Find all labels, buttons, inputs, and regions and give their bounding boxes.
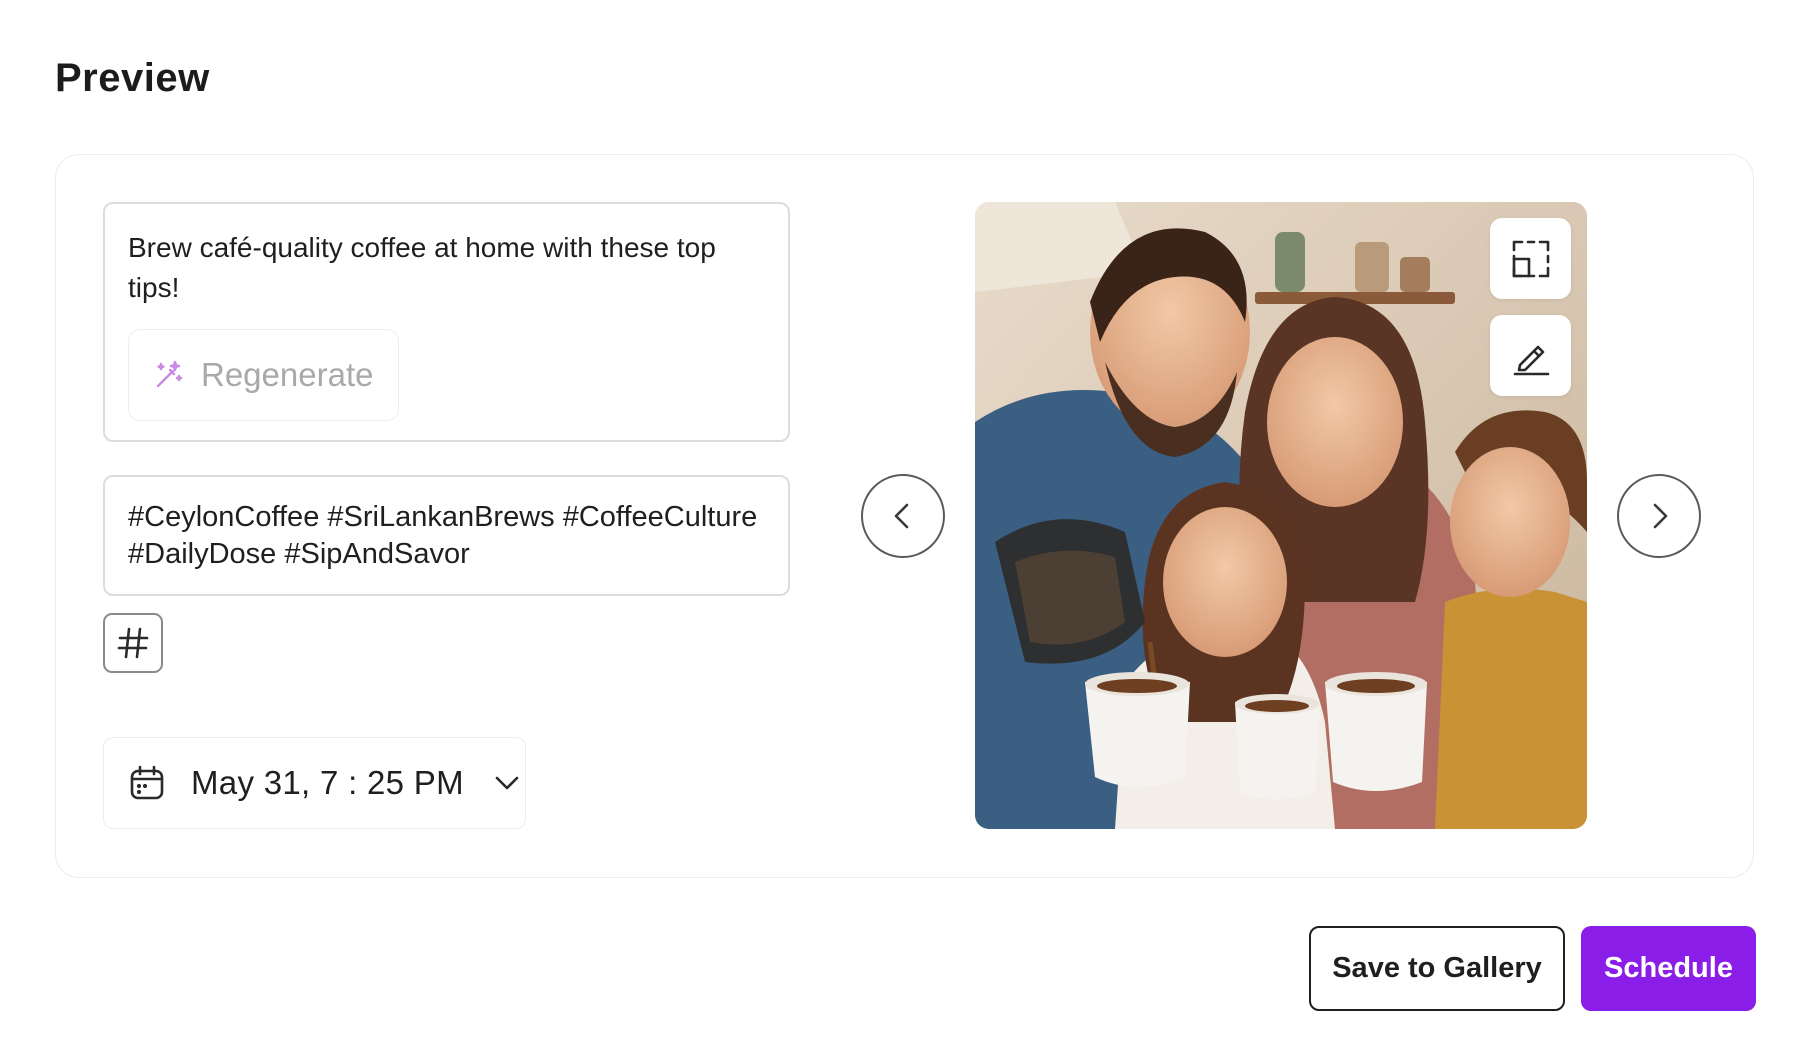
caption-box[interactable]: Brew café-quality coffee at home with th…: [103, 202, 790, 442]
hashtags-text[interactable]: #CeylonCoffee #SriLankanBrews #CoffeeCul…: [128, 499, 768, 573]
schedule-datetime: May 31, 7 : 25 PM: [191, 764, 464, 801]
edit-image-button[interactable]: [1490, 315, 1571, 396]
chevron-down-icon: [492, 768, 522, 798]
caption-text[interactable]: Brew café-quality coffee at home with th…: [128, 228, 768, 308]
magic-wand-icon: [153, 359, 185, 391]
save-to-gallery-button[interactable]: Save to Gallery: [1309, 926, 1565, 1011]
chevron-left-icon: [888, 501, 918, 531]
next-image-button[interactable]: [1617, 474, 1701, 558]
pencil-icon: [1510, 335, 1552, 377]
regenerate-button[interactable]: Regenerate: [128, 329, 399, 421]
previous-image-button[interactable]: [861, 474, 945, 558]
chevron-right-icon: [1644, 501, 1674, 531]
regenerate-label: Regenerate: [201, 356, 374, 393]
page-title: Preview: [55, 56, 210, 100]
hashtags-box[interactable]: #CeylonCoffee #SriLankanBrews #CoffeeCul…: [103, 475, 790, 596]
schedule-button[interactable]: Schedule: [1581, 926, 1756, 1011]
schedule-date-picker[interactable]: May 31, 7 : 25 PM: [103, 737, 526, 829]
crop-icon: [1510, 238, 1552, 280]
calendar-icon: [128, 764, 166, 802]
add-hashtag-button[interactable]: [103, 613, 163, 673]
crop-image-button[interactable]: [1490, 218, 1571, 299]
hashtag-icon: [115, 625, 151, 661]
